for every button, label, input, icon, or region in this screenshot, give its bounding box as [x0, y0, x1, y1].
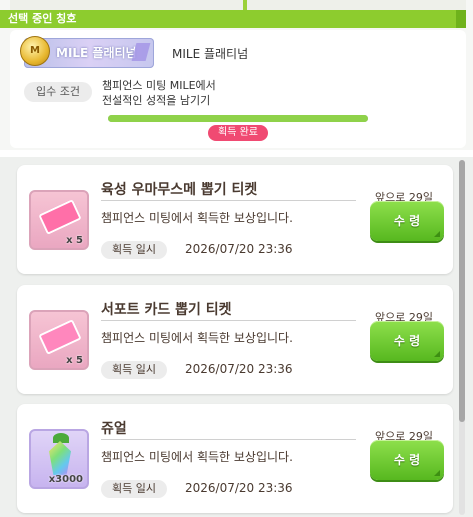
top-divider: [243, 0, 247, 10]
item-description: 챔피언스 미팅에서 획득한 보상입니다.: [101, 211, 293, 225]
item-description: 챔피언스 미팅에서 획득한 보상입니다.: [101, 331, 293, 345]
selected-title-header: 선택 중인 칭호: [0, 10, 466, 28]
progress-fill: [108, 115, 368, 122]
condition-label: 입수 조건: [24, 82, 92, 102]
item-quantity: x 5: [66, 235, 83, 246]
divider: [101, 320, 356, 321]
item-description: 챔피언스 미팅에서 획득한 보상입니다.: [101, 450, 293, 464]
date-value: 2026/07/20 23:36: [185, 481, 293, 495]
date-value: 2026/07/20 23:36: [185, 242, 293, 256]
ticket-shape: [38, 199, 82, 235]
date-value: 2026/07/20 23:36: [185, 362, 293, 376]
divider: [101, 439, 356, 440]
condition-text: 챔피언스 미팅 MILE에서 전설적인 성적을 남기기: [102, 78, 342, 108]
date-label: 획득 일시: [101, 361, 167, 379]
item-title: 서포트 카드 뽑기 티켓: [101, 302, 232, 318]
scrollbar-thumb[interactable]: [459, 160, 465, 422]
gem-shape: [49, 441, 71, 475]
item-quantity: x3000: [48, 474, 83, 485]
list-item: x3000 쥬얼 챔피언스 미팅에서 획득한 보상입니다. 획득 일시 2026…: [17, 404, 453, 513]
date-label: 획득 일시: [101, 241, 167, 259]
claim-button[interactable]: 수 령: [370, 201, 444, 241]
support-ticket-icon: x 5: [29, 310, 89, 370]
selected-title-panel: 선택 중인 칭호 M MILE 플래티넘 MILE 플래티넘 입수 조건 챔피언…: [0, 0, 473, 150]
condition-line-2: 전설적인 성적을 남기기: [102, 94, 211, 107]
leaf-icon: [53, 433, 69, 443]
scrollbar[interactable]: [459, 160, 465, 515]
divider: [101, 200, 356, 201]
list-item: x 5 서포트 카드 뽑기 티켓 챔피언스 미팅에서 획득한 보상입니다. 획득…: [17, 285, 453, 394]
item-title: 육성 우마무스메 뽑기 티켓: [101, 182, 258, 198]
date-label: 획득 일시: [101, 480, 167, 498]
claim-button[interactable]: 수 령: [370, 440, 444, 480]
title-card: M MILE 플래티넘 MILE 플래티넘 입수 조건 챔피언스 미팅 MILE…: [10, 30, 466, 148]
list-item: x 5 육성 우마무스메 뽑기 티켓 챔피언스 미팅에서 획득한 보상입니다. …: [17, 165, 453, 274]
title-name: MILE 플래티넘: [172, 47, 249, 61]
item-title: 쥬얼: [101, 421, 127, 437]
title-badge: M MILE 플래티넘: [20, 36, 154, 68]
badge-text: MILE 플래티넘: [56, 46, 137, 60]
claim-button[interactable]: 수 령: [370, 321, 444, 361]
medal-icon: M: [20, 36, 50, 66]
ticket-icon: x 5: [29, 190, 89, 250]
progress-bar: [108, 115, 368, 122]
complete-badge: 획득 완료: [208, 125, 268, 141]
ticket-shape: [38, 319, 82, 355]
condition-line-1: 챔피언스 미팅 MILE에서: [102, 79, 216, 92]
item-quantity: x 5: [66, 355, 83, 366]
jewel-icon: x3000: [29, 429, 89, 489]
